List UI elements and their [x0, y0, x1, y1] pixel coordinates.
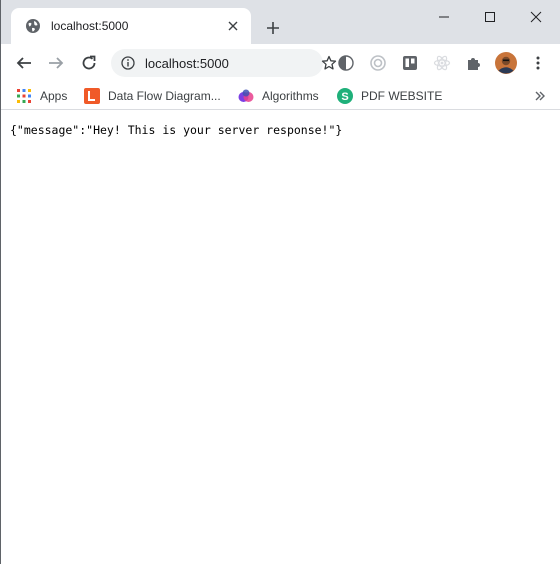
three-dots-vertical-icon [536, 56, 540, 70]
reload-button[interactable] [76, 50, 102, 76]
maximize-icon [485, 12, 495, 22]
react-devtools-extension-button[interactable] [429, 50, 455, 76]
pdf-website-icon: S [337, 88, 353, 104]
info-icon[interactable] [121, 56, 135, 70]
reload-icon [82, 55, 96, 70]
bookmark-label: PDF WEBSITE [361, 89, 443, 103]
dark-reader-extension-button[interactable] [333, 50, 359, 76]
half-moon-icon [338, 55, 354, 71]
globe-icon [25, 18, 41, 34]
bookmark-label: Algorithms [262, 89, 319, 103]
trello-icon [403, 56, 417, 70]
double-chevron-right-icon [535, 91, 545, 101]
trello-extension-button[interactable] [397, 50, 423, 76]
bookmark-pdf-website[interactable]: S PDF WEBSITE [337, 86, 442, 106]
close-window-button[interactable] [513, 4, 559, 30]
minimize-button[interactable] [421, 4, 467, 30]
page-content: {"message":"Hey! This is your server res… [1, 110, 560, 564]
address-bar[interactable] [111, 49, 337, 77]
more-bookmarks-button[interactable] [531, 87, 549, 105]
back-button[interactable] [11, 50, 37, 76]
bookmark-data-flow-diagram[interactable]: Data Flow Diagram... [84, 86, 221, 106]
back-arrow-icon [16, 57, 31, 69]
tab-strip: localhost:5000 [1, 0, 560, 44]
tab-localhost[interactable]: localhost:5000 [11, 8, 251, 44]
bookmarks-bar: Apps Data Flow Diagram... Algorithms S P… [1, 82, 560, 110]
new-tab-button[interactable] [261, 16, 285, 40]
close-icon [530, 11, 542, 23]
chrome-menu-button[interactable] [525, 50, 551, 76]
plus-icon [267, 22, 279, 34]
minimize-icon [439, 16, 449, 18]
profile-avatar-button[interactable] [493, 50, 519, 76]
maximize-button[interactable] [467, 4, 513, 30]
extension-button-circle[interactable] [365, 50, 391, 76]
bookmark-label: Apps [40, 89, 68, 103]
browser-window: localhost:5000 localhost:5000 Apps Data … [0, 0, 560, 564]
bookmark-algorithms[interactable]: Algorithms [238, 86, 319, 106]
puzzle-piece-icon [468, 58, 480, 70]
lucidchart-icon [84, 88, 100, 104]
extensions-button[interactable] [461, 50, 487, 76]
forward-arrow-icon [49, 57, 64, 69]
bookmark-apps[interactable]: Apps [16, 86, 67, 106]
avatar [495, 52, 517, 74]
algorithms-icon [238, 88, 254, 104]
target-circle-icon [370, 55, 386, 71]
svg-text:S: S [341, 91, 348, 103]
apps-grid-icon [16, 88, 32, 104]
react-atom-icon [433, 55, 451, 71]
toolbar [1, 44, 560, 82]
forward-button[interactable] [43, 50, 69, 76]
json-response-text: {"message":"Hey! This is your server res… [10, 123, 343, 137]
bookmark-label: Data Flow Diagram... [108, 89, 221, 103]
tab-title: localhost:5000 [51, 19, 129, 33]
close-tab-icon[interactable] [223, 16, 243, 36]
url-input[interactable] [145, 55, 321, 71]
